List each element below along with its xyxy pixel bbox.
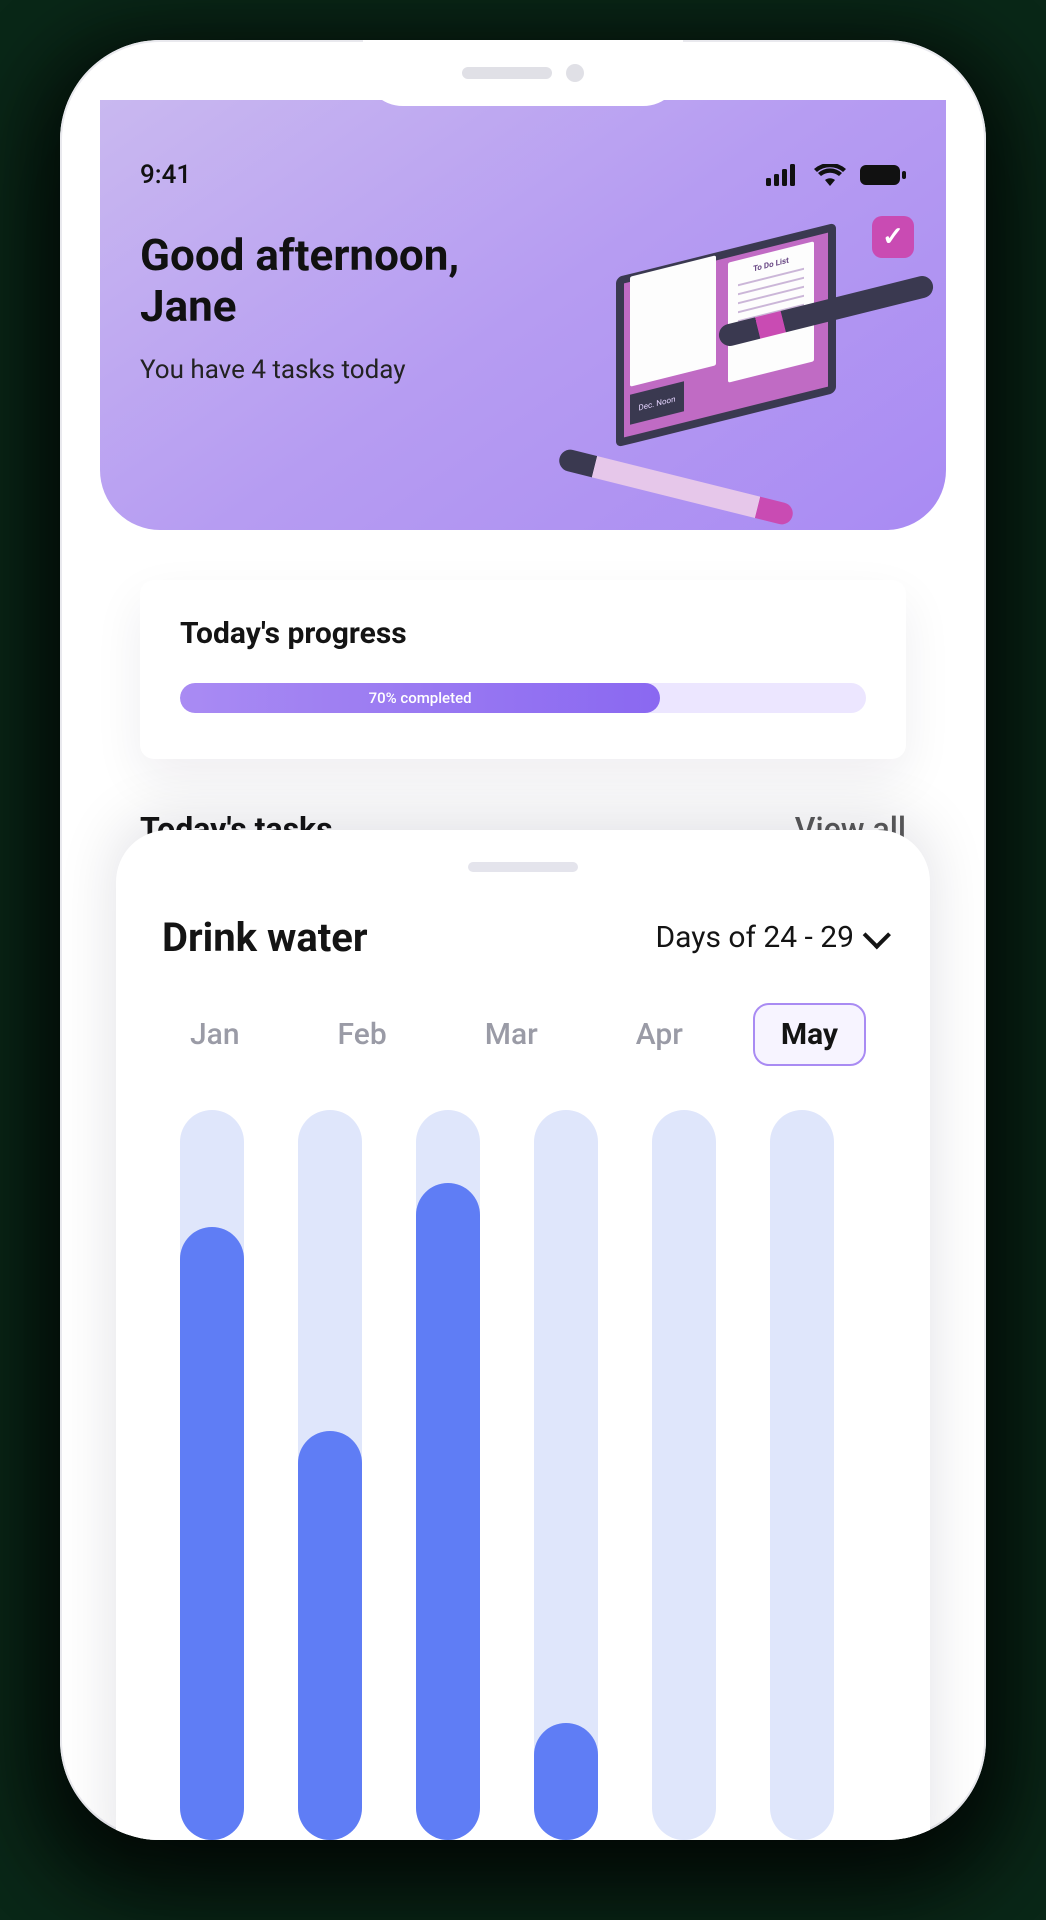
chart-bar-fill	[180, 1227, 244, 1840]
month-tab-apr[interactable]: Apr	[608, 1003, 711, 1066]
month-tab-may[interactable]: May	[753, 1003, 866, 1066]
hero-illustration: To Do List Dec. Noon ✓	[556, 210, 926, 530]
chart-bar-thu[interactable]	[652, 1110, 716, 1840]
greeting-hero: 9:41 Good afternoon, Jane You have 4 tas…	[100, 100, 946, 530]
chart-bar-fill	[416, 1183, 480, 1840]
sheet-handle[interactable]	[468, 862, 578, 872]
month-tab-jan[interactable]: Jan	[162, 1003, 268, 1066]
chart-bar-fill	[298, 1431, 362, 1840]
speaker-slot	[462, 67, 552, 79]
progress-label: 70% completed	[369, 689, 472, 707]
chart-bar-wed[interactable]	[534, 1110, 598, 1840]
notch	[363, 40, 683, 106]
checkbox-icon: ✓	[872, 216, 914, 258]
progress-track: 70% completed	[180, 683, 866, 713]
date-range-label: Days of 24 - 29	[655, 920, 854, 955]
chevron-down-icon	[863, 921, 891, 949]
status-time: 9:41	[140, 160, 191, 190]
calendar-sheet-icon	[630, 255, 716, 386]
wifi-icon	[814, 164, 846, 186]
month-tab-mar[interactable]: Mar	[457, 1003, 566, 1066]
chart-bar-fill	[534, 1723, 598, 1840]
date-range-selector[interactable]: Days of 24 - 29	[655, 920, 884, 955]
chart-bar-mon[interactable]	[298, 1110, 362, 1840]
progress-fill: 70% completed	[180, 683, 660, 713]
phone-frame: 9:41 Good afternoon, Jane You have 4 tas…	[60, 40, 986, 1840]
front-camera	[566, 64, 584, 82]
chart-bar-track	[652, 1110, 716, 1840]
month-tab-feb[interactable]: Feb	[310, 1003, 415, 1066]
month-tabs: Jan Feb Mar Apr May	[162, 1003, 884, 1066]
battery-icon	[860, 164, 906, 186]
progress-card: Today's progress 70% completed	[140, 580, 906, 759]
chart-bar-track	[770, 1110, 834, 1840]
progress-title: Today's progress	[180, 616, 866, 651]
sheet-title: Drink water	[162, 914, 368, 961]
chart-bar-sun[interactable]	[180, 1110, 244, 1840]
pencil-icon	[557, 447, 795, 526]
chart-bar-tue[interactable]	[416, 1110, 480, 1840]
chart-bar-fri[interactable]	[770, 1110, 834, 1840]
water-chart	[162, 1110, 884, 1840]
bottom-sheet: Drink water Days of 24 - 29 Jan Feb Mar Apr…	[116, 830, 930, 1840]
status-bar: 9:41	[140, 160, 906, 190]
cellular-signal-icon	[766, 164, 800, 186]
